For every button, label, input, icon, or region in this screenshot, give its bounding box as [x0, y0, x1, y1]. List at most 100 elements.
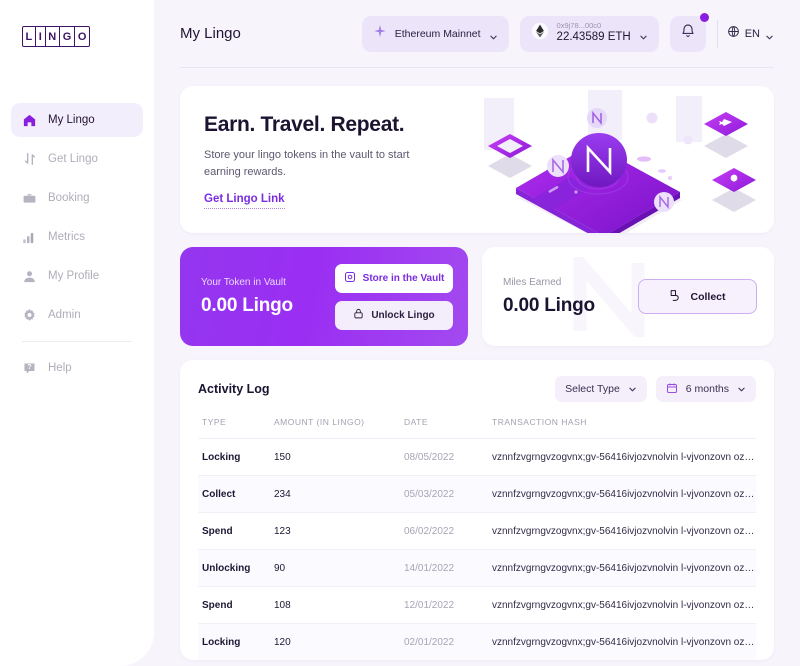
cell-date: 06/02/2022: [404, 512, 492, 550]
sidebar-item-label: Booking: [48, 192, 90, 204]
logo-letter: L: [23, 27, 37, 46]
wallet-selector[interactable]: 0x9j78...00c0 22.43589 ETH: [519, 15, 659, 52]
chevron-down-icon: [765, 29, 774, 40]
column-header-amount: AMOUNT (IN LINGO): [274, 417, 365, 427]
ethereum-sparkle-icon: [373, 24, 387, 43]
header-divider: [716, 19, 718, 48]
miles-card: Miles Earned 0.00 Lingo Collect: [482, 247, 774, 346]
logo-letter: N: [46, 27, 61, 46]
sidebar-item-help[interactable]: ? Help: [11, 351, 143, 385]
vault-value: 0.00 Lingo: [201, 294, 293, 316]
sidebar-item-my-profile[interactable]: My Profile: [11, 259, 143, 293]
column-header-date: DATE: [404, 417, 429, 427]
cell-type: Spend: [198, 512, 274, 550]
activity-log-card: Activity Log Select Type 6 months TYPE A…: [180, 360, 774, 660]
cell-amount: 120: [274, 623, 404, 660]
cell-date: 05/03/2022: [404, 475, 492, 513]
hero-banner: Earn. Travel. Repeat. Store your lingo t…: [180, 86, 774, 233]
swap-arrows-icon: [22, 152, 37, 167]
sidebar-item-booking[interactable]: Booking: [11, 181, 143, 215]
lock-icon: [353, 308, 364, 322]
sidebar-item-label: Metrics: [48, 231, 86, 243]
table-row[interactable]: Locking 120 02/01/2022 vznnfzvgrngvzogvnx;g…: [198, 623, 756, 660]
cell-type: Unlocking: [198, 549, 274, 587]
miles-info: Miles Earned 0.00 Lingo: [503, 277, 638, 317]
hero-title: Earn. Travel. Repeat.: [204, 113, 405, 136]
vault-box-icon: [344, 271, 356, 286]
cell-date: 14/01/2022: [404, 549, 492, 587]
brand-logo[interactable]: LINGO: [22, 26, 154, 47]
cell-amount: 234: [274, 475, 404, 513]
sidebar-item-label: My Profile: [48, 270, 100, 282]
collect-hand-icon: [669, 289, 682, 305]
table-row[interactable]: Unlocking 90 14/01/2022 vznnfzvgrngvzogvnx;…: [198, 549, 756, 587]
activity-table-body: Locking 150 08/05/2022 vznnfzvgrngvzogvnx;g…: [198, 438, 756, 660]
cell-type: Locking: [198, 438, 274, 476]
select-type-filter[interactable]: Select Type: [555, 376, 647, 402]
table-row[interactable]: Spend 108 12/01/2022 vznnfzvgrngvzogvnx;gv-…: [198, 586, 756, 624]
vault-actions: Store in the Vault Unlock Lingo: [335, 263, 453, 330]
wallet-balance: 22.43589 ETH: [556, 31, 631, 44]
wallet-address: 0x9j78...00c0: [556, 21, 602, 31]
help-circle-icon: ?: [22, 361, 37, 376]
cell-date: 08/05/2022: [404, 438, 492, 476]
language-label: EN: [744, 27, 760, 40]
activity-title: Activity Log: [198, 382, 270, 396]
hero-illustration: [466, 88, 766, 233]
sidebar-item-metrics[interactable]: Metrics: [11, 220, 143, 254]
activity-header: Activity Log Select Type 6 months: [198, 376, 756, 402]
logo-letter: I: [36, 27, 46, 46]
table-row[interactable]: Spend 123 06/02/2022 vznnfzvgrngvzogvnx;gv-…: [198, 512, 756, 550]
vault-card: Your Token in Vault 0.00 Lingo Store in …: [180, 247, 468, 346]
table-row[interactable]: Collect 234 05/03/2022 vznnfzvgrngvzogvnx;g…: [198, 475, 756, 513]
language-selector[interactable]: EN: [727, 25, 774, 43]
select-type-label: Select Type: [565, 383, 620, 395]
notification-dot: [699, 12, 709, 22]
sidebar-item-label: Get Lingo: [48, 153, 98, 165]
chevron-down-icon: [628, 385, 637, 394]
svg-text:?: ?: [27, 364, 31, 371]
sidebar-item-label: Admin: [48, 309, 81, 321]
cell-date: 02/01/2022: [404, 623, 492, 660]
user-icon: [22, 269, 37, 284]
bell-icon: [680, 23, 696, 44]
cell-hash: vznnfzvgrngvzogvnx;gv-56416ivjozvnolvin …: [492, 623, 756, 660]
collect-label: Collect: [690, 290, 726, 303]
cell-hash: vznnfzvgrngvzogvnx;gv-56416ivjozvnolvin …: [492, 438, 756, 476]
globe-icon: [727, 25, 740, 43]
miles-label: Miles Earned: [503, 276, 562, 288]
topbar: My Lingo Ethereum Mainnet 0x9j78...00c0 …: [180, 0, 774, 68]
cell-hash: vznnfzvgrngvzogvnx;gv-56416ivjozvnolvin …: [492, 586, 756, 624]
sidebar-item-label: Help: [48, 362, 72, 374]
vault-label: Your Token in Vault: [201, 276, 286, 288]
chevron-down-icon: [639, 29, 648, 40]
collect-button[interactable]: Collect: [638, 279, 757, 314]
vault-info: Your Token in Vault 0.00 Lingo: [201, 277, 335, 317]
main-content: My Lingo Ethereum Mainnet 0x9j78...00c0 …: [154, 0, 800, 666]
calendar-icon: [666, 382, 678, 397]
notifications-button[interactable]: [669, 12, 709, 52]
cell-hash: vznnfzvgrngvzogvnx;gv-56416ivjozvnolvin …: [492, 475, 756, 513]
store-in-vault-button[interactable]: Store in the Vault: [335, 263, 453, 293]
app-root: LINGO My Lingo Get Lingo Booking Metrics…: [0, 0, 800, 666]
cell-type: Collect: [198, 475, 274, 513]
gear-icon: [22, 308, 37, 323]
sidebar-item-my-lingo[interactable]: My Lingo: [11, 103, 143, 137]
date-range-filter[interactable]: 6 months: [655, 376, 756, 402]
sidebar-item-admin[interactable]: Admin: [11, 298, 143, 332]
cell-amount: 150: [274, 438, 404, 476]
store-in-vault-label: Store in the Vault: [362, 272, 445, 284]
cell-type: Spend: [198, 586, 274, 624]
unlock-lingo-label: Unlock Lingo: [371, 309, 435, 321]
sidebar-item-get-lingo[interactable]: Get Lingo: [11, 142, 143, 176]
network-selector[interactable]: Ethereum Mainnet: [361, 15, 509, 52]
cell-type: Locking: [198, 623, 274, 660]
chevron-down-icon: [737, 385, 746, 394]
cell-hash: vznnfzvgrngvzogvnx;gv-56416ivjozvnolvin …: [492, 512, 756, 550]
hero-subtitle: Store your lingo tokens in the vault to …: [204, 149, 410, 179]
get-lingo-link[interactable]: Get Lingo Link: [204, 193, 285, 210]
unlock-lingo-button[interactable]: Unlock Lingo: [335, 300, 453, 330]
table-row[interactable]: Locking 150 08/05/2022 vznnfzvgrngvzogvnx;g…: [198, 438, 756, 476]
bar-chart-icon: [22, 230, 37, 245]
page-title: My Lingo: [180, 25, 241, 42]
